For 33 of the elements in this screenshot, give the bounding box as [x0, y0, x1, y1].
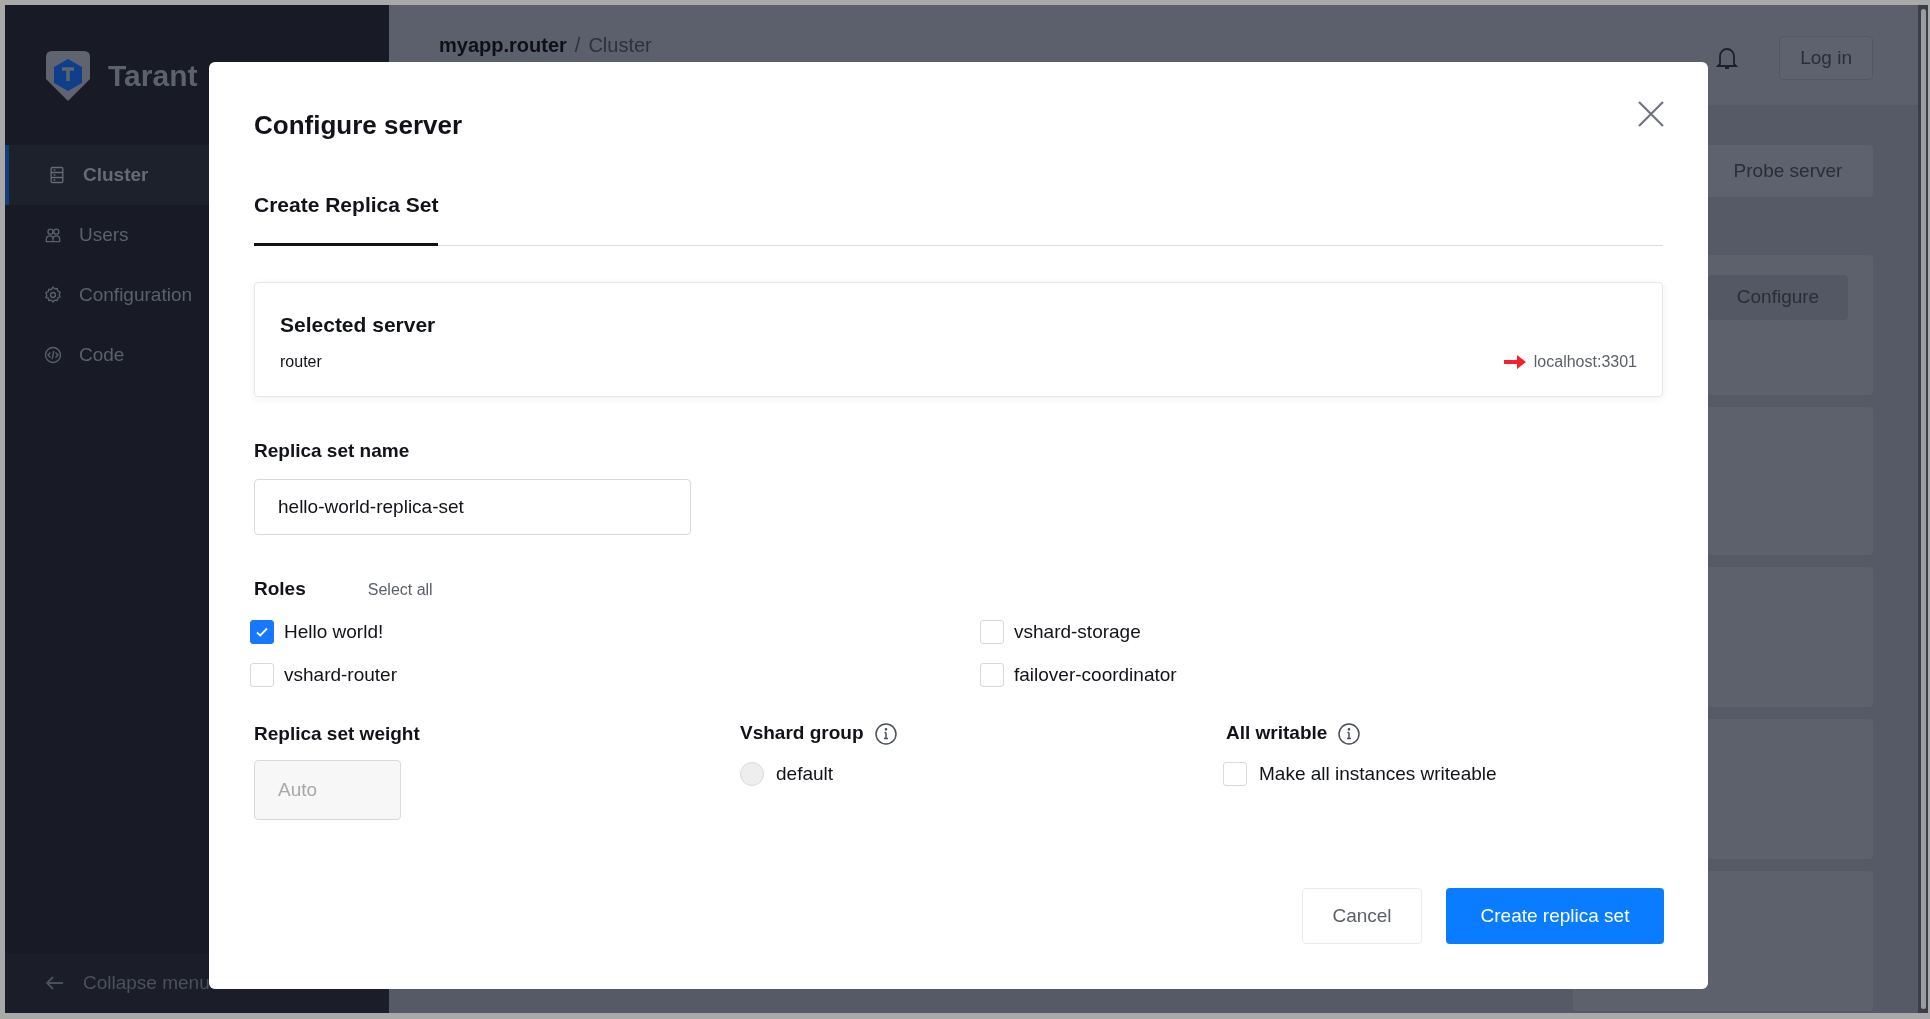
breadcrumb-link[interactable]: myapp.router: [439, 33, 567, 57]
role-label: failover-coordinator: [1014, 663, 1177, 687]
breadcrumb-separator: /: [574, 33, 581, 57]
scrollbar[interactable]: [1918, 5, 1928, 1013]
role-label: Hello world!: [284, 619, 384, 644]
bell-icon[interactable]: [1715, 45, 1740, 71]
code-icon: [43, 345, 63, 365]
server-uri: localhost:3301: [1533, 352, 1637, 372]
server-alias: router: [280, 352, 322, 372]
checkbox-label: Make all instances writeable: [1259, 761, 1497, 786]
info-icon: [873, 721, 898, 746]
weight-label: Replica set weight: [254, 721, 421, 746]
checkbox[interactable]: [250, 619, 274, 644]
all-writable-label: All writable: [1226, 721, 1328, 746]
role-label: vshard-storage: [1014, 619, 1141, 644]
field-label: Replica set name: [254, 438, 411, 463]
create-replica-set-button[interactable]: Create replica set: [1446, 888, 1664, 944]
roles-label: Roles: [254, 577, 306, 601]
card-title: Selected server: [280, 311, 437, 338]
radio-label: default: [776, 761, 834, 786]
app-name: Tarant: [108, 57, 198, 94]
role-label: vshard-router: [284, 663, 397, 687]
vshard-group-label: Vshard group: [740, 721, 864, 746]
login-button[interactable]: Log in: [1779, 36, 1873, 80]
arrow-right-icon: [1503, 355, 1526, 369]
select-all-link[interactable]: Select all: [367, 578, 433, 602]
dialog-title: Configure server: [254, 109, 463, 142]
settings-icon: [43, 285, 63, 305]
cancel-button[interactable]: Cancel: [1302, 888, 1422, 944]
replica-set-name-field[interactable]: hello-world-replica-set: [254, 479, 691, 535]
close-icon: [1637, 100, 1665, 128]
tab[interactable]: Create Replica Set: [254, 189, 439, 246]
info-icon: [1337, 721, 1362, 746]
